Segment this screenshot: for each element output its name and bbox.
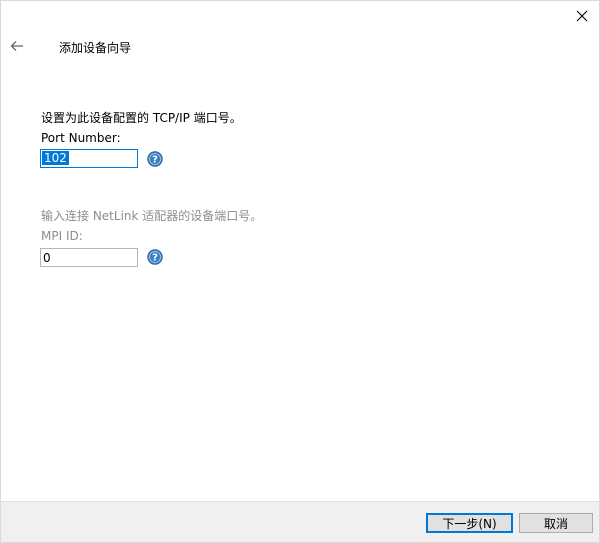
svg-text:?: ? (152, 155, 158, 166)
port-number-field-wrap: 102 (40, 149, 138, 168)
help-icon[interactable]: ? (147, 249, 163, 265)
mpi-id-label: MPI ID: (41, 229, 83, 243)
wizard-footer: 下一步(N) 取消 (1, 501, 599, 542)
netlink-description: 输入连接 NetLink 适配器的设备端口号。 (41, 209, 263, 223)
mpi-id-input[interactable] (40, 248, 138, 267)
help-icon[interactable]: ? (147, 151, 163, 167)
wizard-title: 添加设备向导 (59, 41, 132, 55)
close-button[interactable] (571, 7, 593, 27)
back-button[interactable] (7, 38, 27, 56)
svg-text:?: ? (152, 253, 158, 264)
add-device-wizard-window: 添加设备向导 设置为此设备配置的 TCP/IP 端口号。 Port Number… (0, 0, 600, 543)
port-number-label: Port Number: (41, 131, 121, 145)
tcp-port-description: 设置为此设备配置的 TCP/IP 端口号。 (41, 111, 242, 125)
close-icon (576, 10, 588, 25)
next-button[interactable]: 下一步(N) (426, 513, 513, 533)
back-arrow-icon (10, 40, 24, 55)
port-number-input[interactable] (40, 149, 138, 168)
cancel-button[interactable]: 取消 (519, 513, 593, 533)
